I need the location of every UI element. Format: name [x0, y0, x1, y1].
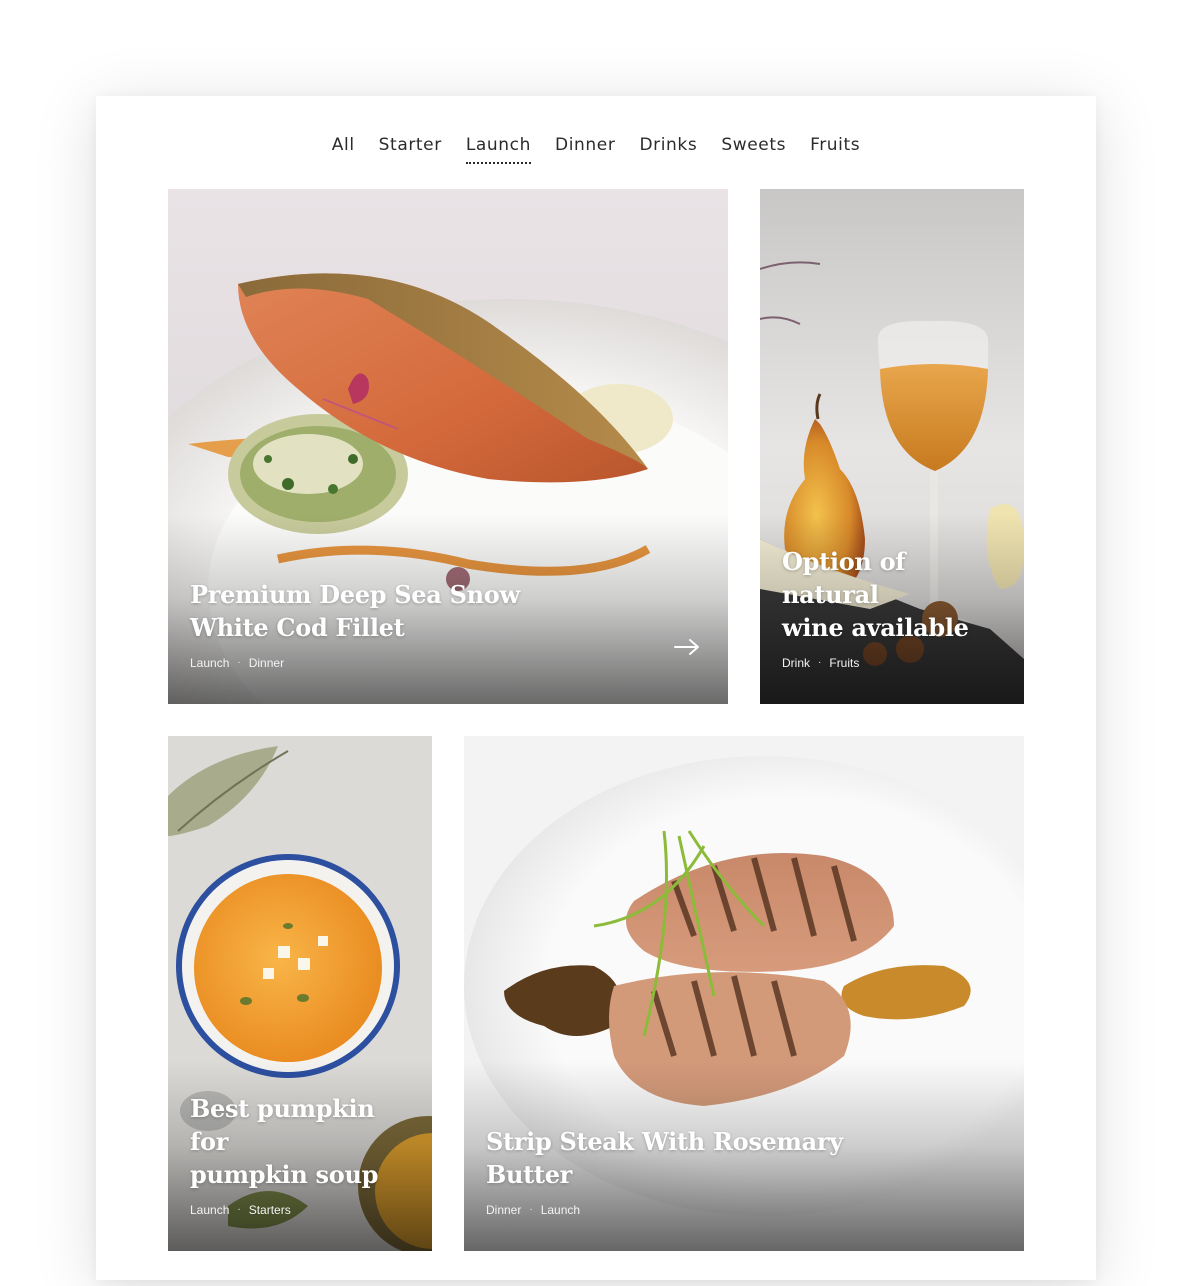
card-title: Option of natural wine available — [782, 545, 1002, 644]
filter-drinks[interactable]: Drinks — [639, 130, 697, 164]
tag-separator: · — [818, 657, 822, 668]
card-tags: Launch · Starters — [190, 1203, 410, 1217]
card-tag[interactable]: Launch — [541, 1203, 580, 1217]
tag-separator: · — [237, 657, 241, 668]
filter-sweets[interactable]: Sweets — [721, 130, 786, 164]
card-tags: Launch · Dinner — [190, 656, 706, 670]
card-title: Best pumpkin for pumpkin soup — [190, 1092, 410, 1191]
filter-fruits[interactable]: Fruits — [810, 130, 860, 164]
tag-separator: · — [529, 1204, 533, 1215]
card-tag[interactable]: Starters — [249, 1203, 291, 1217]
card-caption: Premium Deep Sea Snow White Cod Fillet L… — [190, 578, 706, 670]
filter-all[interactable]: All — [332, 130, 355, 164]
card-caption: Best pumpkin for pumpkin soup Launch · S… — [190, 1092, 410, 1217]
recipe-card-strip-steak[interactable]: Strip Steak With Rosemary Butter Dinner … — [464, 736, 1024, 1251]
recipe-card-pumpkin-soup[interactable]: Best pumpkin for pumpkin soup Launch · S… — [168, 736, 432, 1251]
card-caption: Strip Steak With Rosemary Butter Dinner … — [486, 1125, 1002, 1217]
card-caption: Option of natural wine available Drink ·… — [782, 545, 1002, 670]
card-title-line: pumpkin soup — [190, 1160, 379, 1189]
card-title-line: Strip Steak With Rosemary — [486, 1127, 843, 1156]
filter-dinner[interactable]: Dinner — [555, 130, 615, 164]
card-tag[interactable]: Launch — [190, 1203, 229, 1217]
recipe-gallery-panel: All Starter Launch Dinner Drinks Sweets … — [96, 96, 1096, 1280]
card-tag[interactable]: Fruits — [829, 656, 859, 670]
card-tag[interactable]: Drink — [782, 656, 810, 670]
filter-launch[interactable]: Launch — [465, 130, 532, 164]
card-title-line: Best pumpkin for — [190, 1094, 375, 1156]
card-title-line: Butter — [486, 1160, 573, 1189]
arrow-right-icon[interactable] — [674, 638, 700, 656]
card-tags: Drink · Fruits — [782, 656, 1002, 670]
tag-separator: · — [237, 1204, 241, 1215]
card-title-line: White Cod Fillet — [190, 613, 405, 642]
category-filter-bar: All Starter Launch Dinner Drinks Sweets … — [96, 130, 1096, 170]
card-tag[interactable]: Dinner — [486, 1203, 521, 1217]
recipe-card-cod-fillet[interactable]: Premium Deep Sea Snow White Cod Fillet L… — [168, 189, 728, 704]
card-title-line: Premium Deep Sea Snow — [190, 580, 520, 609]
card-title-line: wine available — [782, 613, 969, 642]
card-tag[interactable]: Launch — [190, 656, 229, 670]
card-title: Strip Steak With Rosemary Butter — [486, 1125, 1002, 1191]
card-title: Premium Deep Sea Snow White Cod Fillet — [190, 578, 706, 644]
recipe-card-natural-wine[interactable]: Option of natural wine available Drink ·… — [760, 189, 1024, 704]
card-tags: Dinner · Launch — [486, 1203, 1002, 1217]
card-title-line: Option of natural — [782, 547, 906, 609]
filter-starter[interactable]: Starter — [379, 130, 442, 164]
card-tag[interactable]: Dinner — [249, 656, 284, 670]
